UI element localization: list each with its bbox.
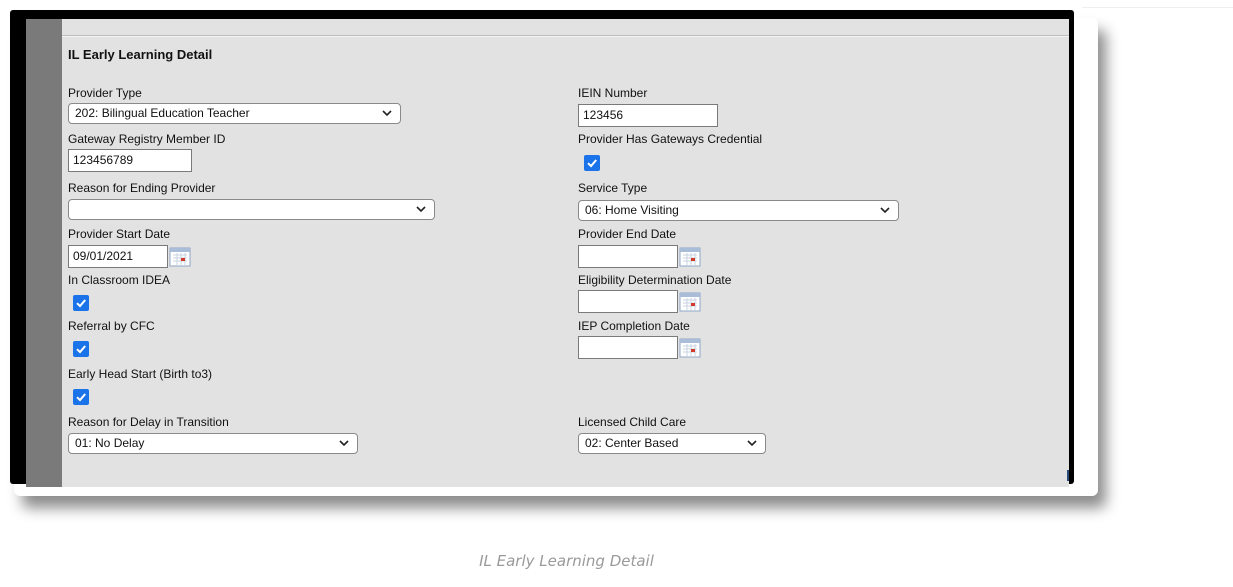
licensed-child-care-select[interactable]: 02: Center Based: [578, 433, 766, 454]
service-type-value: 06: Home Visiting: [585, 203, 679, 217]
provider-type-label: Provider Type: [68, 86, 142, 100]
chevron-down-icon: [416, 206, 426, 213]
early-learning-panel: IL Early Learning Detail Provider Type 2…: [26, 19, 1069, 487]
calendar-icon[interactable]: [679, 247, 701, 267]
top-divider: [1082, 7, 1233, 8]
gateway-registry-input[interactable]: 123456789: [68, 149, 192, 172]
in-classroom-idea-label: In Classroom IDEA: [68, 273, 171, 287]
provider-type-value: 202: Bilingual Education Teacher: [75, 106, 250, 120]
reason-ending-label: Reason for Ending Provider: [68, 181, 216, 195]
image-caption: IL Early Learning Detail: [479, 552, 654, 570]
header-divider-highlight: [62, 36, 1069, 37]
reason-delay-label: Reason for Delay in Transition: [68, 415, 229, 429]
chevron-down-icon: [880, 207, 890, 214]
provider-start-date-label: Provider Start Date: [68, 227, 171, 241]
service-type-select[interactable]: 06: Home Visiting: [578, 200, 899, 221]
eligibility-date-label: Eligibility Determination Date: [578, 273, 732, 287]
gateway-registry-label: Gateway Registry Member ID: [68, 132, 226, 146]
checkmark-icon: [76, 299, 86, 308]
calendar-icon[interactable]: [169, 247, 191, 267]
left-sidebar-bar: [26, 19, 62, 487]
eligibility-date-input[interactable]: [578, 290, 678, 313]
service-type-label: Service Type: [578, 181, 648, 195]
referral-cfc-label: Referral by CFC: [68, 319, 155, 333]
page: IL Early Learning Detail Provider Type 2…: [0, 0, 1233, 587]
checkmark-icon: [76, 393, 86, 402]
calendar-icon[interactable]: [679, 338, 701, 358]
iep-completion-date-label: IEP Completion Date: [578, 319, 690, 333]
in-classroom-idea-checkbox[interactable]: [73, 295, 89, 311]
checkmark-icon: [76, 345, 86, 354]
checkmark-icon: [587, 159, 597, 168]
provider-start-date-input[interactable]: 09/01/2021: [68, 245, 168, 268]
scroll-marker: [1067, 470, 1069, 481]
provider-end-date-label: Provider End Date: [578, 227, 677, 241]
licensed-child-care-label: Licensed Child Care: [578, 415, 687, 429]
chevron-down-icon: [339, 440, 349, 447]
section-title: IL Early Learning Detail: [68, 47, 213, 62]
early-head-start-label: Early Head Start (Birth to3): [68, 367, 213, 381]
chevron-down-icon: [747, 440, 757, 447]
chevron-down-icon: [382, 110, 392, 117]
reason-ending-select[interactable]: [68, 199, 435, 220]
reason-delay-value: 01: No Delay: [75, 436, 145, 450]
gateways-credential-label: Provider Has Gateways Credential: [578, 132, 763, 146]
iep-completion-date-input[interactable]: [578, 336, 678, 359]
iein-number-label: IEIN Number: [578, 86, 648, 100]
licensed-child-care-value: 02: Center Based: [585, 436, 679, 450]
early-head-start-checkbox[interactable]: [73, 389, 89, 405]
provider-end-date-input[interactable]: [578, 245, 678, 268]
referral-cfc-checkbox[interactable]: [73, 341, 89, 357]
gateways-credential-checkbox[interactable]: [584, 155, 600, 171]
reason-delay-select[interactable]: 01: No Delay: [68, 433, 358, 454]
calendar-icon[interactable]: [679, 292, 701, 312]
screenshot-frame: IL Early Learning Detail Provider Type 2…: [10, 10, 1074, 487]
iein-number-input[interactable]: 123456: [578, 104, 718, 127]
provider-type-select[interactable]: 202: Bilingual Education Teacher: [68, 103, 401, 124]
